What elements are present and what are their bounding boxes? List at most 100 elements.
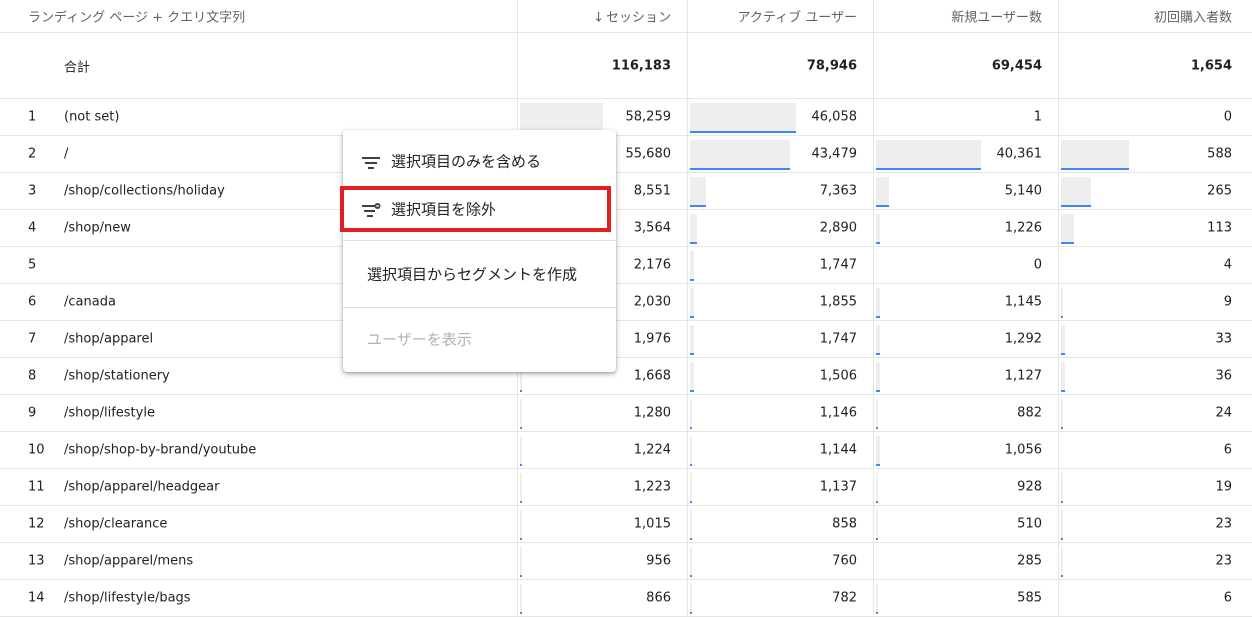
- sessions-cell[interactable]: 1,015: [518, 506, 688, 542]
- sessions-cell[interactable]: 1,224: [518, 432, 688, 468]
- new-users-cell[interactable]: 585: [874, 580, 1059, 616]
- new-users-cell[interactable]: 1,145: [874, 284, 1059, 320]
- first-purchasers-cell[interactable]: 23: [1059, 506, 1252, 542]
- column-header-dimension-label: ランディング ページ + クエリ文字列: [28, 10, 246, 26]
- active-users-cell[interactable]: 43,479: [688, 136, 874, 172]
- active-users-cell[interactable]: 1,506: [688, 358, 874, 394]
- dimension-cell[interactable]: /shop/apparel/mens: [60, 543, 518, 579]
- column-header-dimension[interactable]: ランディング ページ + クエリ文字列: [0, 0, 518, 32]
- new-users-cell[interactable]: 1,226: [874, 210, 1059, 246]
- table-row[interactable]: 12/shop/clearance 1,015 858 510 23: [0, 506, 1252, 543]
- table-row[interactable]: 5 2,176 1,747 0 4: [0, 247, 1252, 284]
- active-users-cell[interactable]: 1,137: [688, 469, 874, 505]
- table-row[interactable]: 3/shop/collections/holiday 8,551 7,363 5,14…: [0, 173, 1252, 210]
- dimension-cell[interactable]: /shop/lifestyle/bags: [60, 580, 518, 616]
- first-purchasers-value: 265: [1207, 183, 1232, 199]
- active-users-cell[interactable]: 858: [688, 506, 874, 542]
- first-purchasers-cell[interactable]: 113: [1059, 210, 1252, 246]
- first-purchasers-cell[interactable]: 0: [1059, 99, 1252, 135]
- create-segment-menu-item[interactable]: 選択項目からセグメントを作成: [343, 254, 616, 294]
- column-header-first-purchasers[interactable]: 初回購入者数: [1059, 0, 1252, 32]
- active-users-cell[interactable]: 1,144: [688, 432, 874, 468]
- column-header-sessions[interactable]: ↓ セッション: [518, 0, 688, 32]
- new-users-cell[interactable]: 40,361: [874, 136, 1059, 172]
- active-users-value: 1,747: [819, 331, 857, 347]
- share-bar: [520, 547, 522, 577]
- include-selection-menu-item[interactable]: 選択項目のみを含める: [343, 141, 616, 181]
- table-row[interactable]: 10/shop/shop-by-brand/youtube 1,224 1,144 1…: [0, 432, 1252, 469]
- new-users-cell[interactable]: 1: [874, 99, 1059, 135]
- sessions-cell[interactable]: 1,223: [518, 469, 688, 505]
- active-users-cell[interactable]: 1,747: [688, 321, 874, 357]
- table-row[interactable]: 2 / 55,680 43,479 40,361 588: [0, 136, 1252, 173]
- new-users-cell[interactable]: 285: [874, 543, 1059, 579]
- row-index: 1: [28, 109, 37, 125]
- first-purchasers-cell[interactable]: 588: [1059, 136, 1252, 172]
- table-row[interactable]: 1 (not set) 58,259 46,058 1 0: [0, 99, 1252, 136]
- table-row[interactable]: 14/shop/lifestyle/bags 866 782 585 6: [0, 580, 1252, 617]
- active-users-cell[interactable]: 7,363: [688, 173, 874, 209]
- dimension-cell[interactable]: /shop/apparel/headgear: [60, 469, 518, 505]
- exclude-selection-menu-item[interactable]: 選択項目を除外: [343, 189, 616, 229]
- new-users-cell[interactable]: 1,127: [874, 358, 1059, 394]
- new-users-cell[interactable]: 928: [874, 469, 1059, 505]
- sessions-cell[interactable]: 1,280: [518, 395, 688, 431]
- filter-icon: [361, 154, 381, 170]
- first-purchasers-cell[interactable]: 23: [1059, 543, 1252, 579]
- share-bar: [520, 584, 522, 614]
- active-users-cell[interactable]: 2,890: [688, 210, 874, 246]
- active-users-cell[interactable]: 760: [688, 543, 874, 579]
- active-users-cell[interactable]: 1,855: [688, 284, 874, 320]
- sessions-value: 58,259: [625, 109, 672, 125]
- column-header-new-users[interactable]: 新規ユーザー数: [874, 0, 1059, 32]
- first-purchasers-cell[interactable]: 6: [1059, 580, 1252, 616]
- active-users-cell[interactable]: 1,747: [688, 247, 874, 283]
- new-users-cell[interactable]: 0: [874, 247, 1059, 283]
- active-users-cell[interactable]: 1,146: [688, 395, 874, 431]
- first-purchasers-cell[interactable]: 265: [1059, 173, 1252, 209]
- first-purchasers-cell[interactable]: 4: [1059, 247, 1252, 283]
- first-purchasers-cell[interactable]: 33: [1059, 321, 1252, 357]
- first-purchasers-value: 113: [1207, 220, 1232, 236]
- column-header-new-users-label: 新規ユーザー数: [951, 10, 1042, 26]
- active-users-cell[interactable]: 46,058: [688, 99, 874, 135]
- share-bar: [876, 362, 880, 392]
- new-users-cell[interactable]: 882: [874, 395, 1059, 431]
- table-row[interactable]: 6/canada 2,030 1,855 1,145 9: [0, 284, 1252, 321]
- create-segment-label: 選択項目からセグメントを作成: [367, 265, 578, 284]
- first-purchasers-value: 9: [1223, 294, 1232, 310]
- share-bar: [520, 473, 522, 503]
- new-users-cell[interactable]: 5,140: [874, 173, 1059, 209]
- new-users-cell[interactable]: 1,292: [874, 321, 1059, 357]
- table-row[interactable]: 8/shop/stationery 1,668 1,506 1,127 36: [0, 358, 1252, 395]
- dimension-cell[interactable]: /shop/lifestyle: [60, 395, 518, 431]
- active-users-value: 1,137: [819, 479, 857, 495]
- share-bar: [876, 436, 880, 466]
- table-row[interactable]: 11/shop/apparel/headgear 1,223 1,137 928 19: [0, 469, 1252, 506]
- table-row[interactable]: 4/shop/new 3,564 2,890 1,226 113: [0, 210, 1252, 247]
- row-index: 8: [28, 368, 37, 384]
- new-users-value: 0: [1033, 257, 1042, 273]
- first-purchasers-cell[interactable]: 19: [1059, 469, 1252, 505]
- dimension-cell[interactable]: /shop/clearance: [60, 506, 518, 542]
- column-header-active-users[interactable]: アクティブ ユーザー: [688, 0, 874, 32]
- table-row[interactable]: 7/shop/apparel 1,976 1,747 1,292 33: [0, 321, 1252, 358]
- new-users-cell[interactable]: 1,056: [874, 432, 1059, 468]
- sessions-cell[interactable]: 956: [518, 543, 688, 579]
- sessions-value: 1,976: [633, 331, 671, 347]
- landing-page-value: /shop/collections/holiday: [64, 183, 225, 199]
- share-bar: [876, 399, 878, 429]
- sessions-cell[interactable]: 866: [518, 580, 688, 616]
- table-row[interactable]: 9/shop/lifestyle 1,280 1,146 882 24: [0, 395, 1252, 432]
- first-purchasers-cell[interactable]: 36: [1059, 358, 1252, 394]
- new-users-cell[interactable]: 510: [874, 506, 1059, 542]
- first-purchasers-cell[interactable]: 24: [1059, 395, 1252, 431]
- dimension-cell[interactable]: /shop/shop-by-brand/youtube: [60, 432, 518, 468]
- active-users-value: 7,363: [819, 183, 857, 199]
- first-purchasers-cell[interactable]: 6: [1059, 432, 1252, 468]
- table-row[interactable]: 13/shop/apparel/mens 956 760 285 23: [0, 543, 1252, 580]
- active-users-cell[interactable]: 782: [688, 580, 874, 616]
- first-purchasers-cell[interactable]: 9: [1059, 284, 1252, 320]
- share-bar: [690, 362, 694, 392]
- view-users-label: ユーザーを表示: [367, 330, 472, 349]
